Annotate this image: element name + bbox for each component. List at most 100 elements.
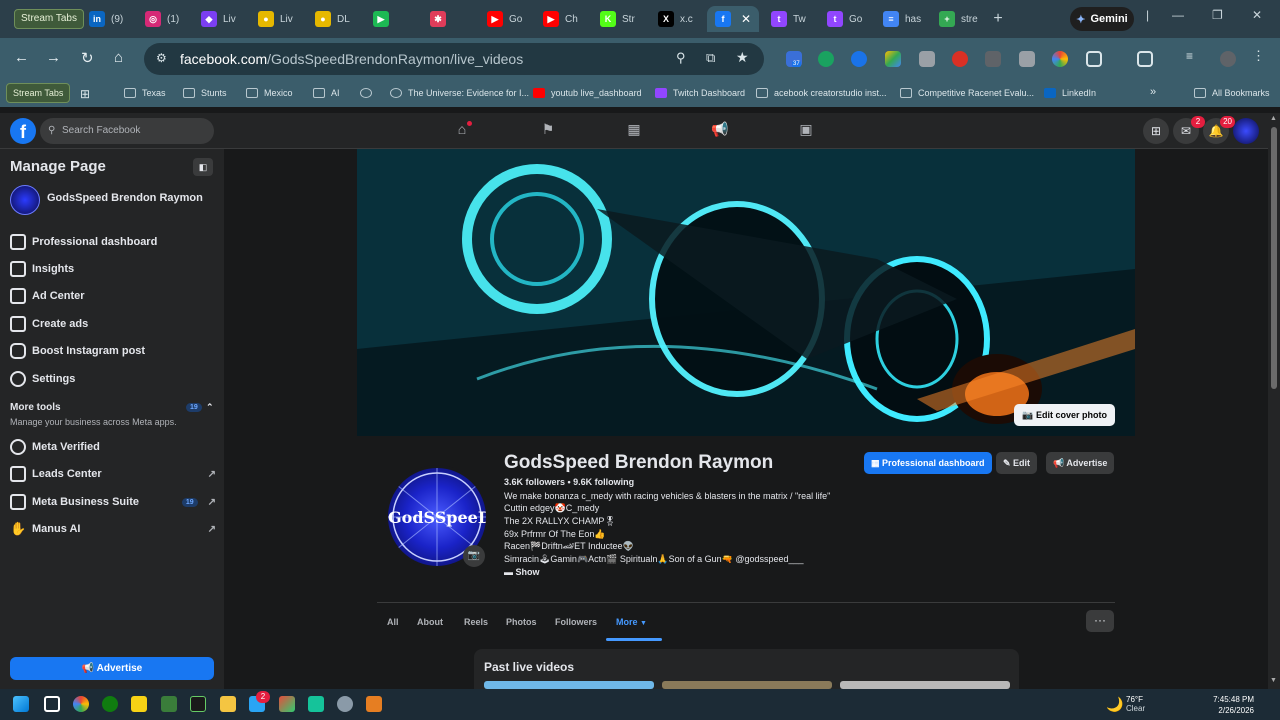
bookmark-item[interactable]: The Universe: Evidence for I... [390,88,529,98]
bookmark-item[interactable] [360,88,378,98]
home-nav-icon[interactable]: ⌂ [453,121,472,139]
pages-flag-icon[interactable]: ⚑ [539,121,557,139]
scroll-down-icon[interactable]: ▼ [1270,677,1277,684]
extension-icon-3[interactable] [851,51,867,67]
bookmark-item[interactable]: acebook creatorstudio inst... [756,88,887,98]
browser-tab[interactable]: ◎ (1) [137,6,189,32]
account-avatar[interactable] [1233,118,1259,144]
more-bookmarks-icon[interactable]: » [1150,86,1156,98]
extension-icon-7[interactable] [985,51,1001,67]
extension-icon-1[interactable]: 37 [786,51,802,67]
forward-icon[interactable]: → [46,49,61,66]
vlc-icon[interactable] [366,696,382,712]
edit-cover-photo-button[interactable]: 📷 Edit cover photo [1014,404,1115,426]
tab-followers[interactable]: Followers [555,617,597,627]
show-more-link[interactable]: ▬ Show [504,567,540,577]
weather-widget[interactable]: 🌙 76°F Clear [1106,695,1145,713]
advertise-profile-button[interactable]: 📢 Advertise [1046,452,1115,474]
sidebar-item-insights[interactable]: Insights [10,259,216,279]
change-avatar-camera-icon[interactable]: 📷 [463,545,485,567]
bookmark-item[interactable]: Texas [124,88,166,98]
bookmark-item[interactable]: Mexico [246,88,293,98]
all-bookmarks[interactable]: All Bookmarks [1194,88,1270,98]
chrome-icon[interactable] [73,696,89,712]
edit-button[interactable]: ✎ Edit [996,452,1038,474]
gemini-button[interactable]: ✦ Gemini [1070,7,1134,31]
app-icon[interactable]: 2 [249,691,270,712]
sidebar-tool-meta-business-suite[interactable]: Meta Business Suite 19 ↗ [10,492,216,512]
browser-tab[interactable]: ✱ [422,6,474,32]
minimize-icon[interactable]: — [1172,8,1184,22]
clock[interactable]: 7:45:48 PM 2/26/2026 [1200,694,1254,716]
more-tools-header[interactable]: More tools 19 ⌃ [10,402,214,413]
tab-more[interactable]: More ▼ [616,617,647,627]
site-info-icon[interactable]: ⚙ [156,51,167,65]
sidebar-item-professional-dashboard[interactable]: Professional dashboard [10,232,216,252]
back-icon[interactable]: ← [14,49,29,66]
page-avatar[interactable] [10,185,40,215]
sidebar-tool-meta-verified[interactable]: Meta Verified [10,437,216,457]
media-controls-icon[interactable]: ≡ [1186,49,1202,65]
video-thumbnail[interactable] [484,681,654,689]
facebook-logo[interactable]: f [10,118,36,144]
stream-tabs-bookmark[interactable]: Stream Tabs [6,83,71,103]
sidebar-tool-manus-ai[interactable]: ✋ Manus AI ↗ [10,519,216,539]
bookmark-item[interactable]: Competitive Racenet Evalu... [900,88,1034,98]
profile-stats[interactable]: 3.6K followers • 9.6K following [504,477,634,487]
video-thumbnail[interactable] [840,681,1010,689]
browser-tab[interactable]: t Tw [763,6,815,32]
new-tab-button[interactable]: + [986,8,1010,30]
scrollbar-thumb[interactable] [1271,127,1277,389]
xbox-app-icon[interactable] [161,696,177,712]
extensions-puzzle-icon[interactable] [1086,51,1102,67]
browser-tab[interactable]: Xx.c [650,6,702,32]
app-icon-3[interactable] [308,696,324,712]
install-app-icon[interactable]: ⧉ [706,50,715,66]
home-icon[interactable]: ⌂ [114,49,123,66]
sidebar-item-create-ads[interactable]: Create ads [10,314,216,334]
xbox-icon[interactable] [102,696,118,712]
insights-icon[interactable]: ▦ [625,121,643,139]
professional-dashboard-button[interactable]: ▦ Professional dashboard [864,452,992,474]
browser-tab[interactable]: in (9) [81,6,133,32]
page-scrollbar[interactable]: ▲ ▼ [1268,113,1280,689]
advertise-button[interactable]: 📢 Advertise [10,657,214,680]
sidebar-item-settings[interactable]: Settings [10,369,216,389]
phone-extension-icon[interactable] [818,51,834,67]
browser-menu-icon[interactable]: ⋮ [1252,48,1268,64]
menu-grid-icon[interactable]: ⊞ [1143,118,1169,144]
bookmark-item[interactable]: Twitch Dashboard [655,88,745,98]
stream-tabs-group[interactable]: Stream Tabs [14,9,84,29]
sticky-notes-icon[interactable] [131,696,147,712]
ads-megaphone-icon[interactable]: 📢 [711,121,729,139]
tab-about[interactable]: About [417,617,443,627]
drive-extension-icon[interactable] [885,51,901,67]
page-name[interactable]: GodsSpeed Brendon Raymon [47,192,203,204]
browser-tab[interactable]: ◆ Liv [193,6,245,32]
more-options-icon[interactable]: ··· [1086,610,1114,632]
browser-tab[interactable]: + stre [931,6,983,32]
file-explorer-icon[interactable] [220,696,236,712]
bookmark-star-icon[interactable]: ★ [736,49,749,66]
maximize-icon[interactable]: ❐ [1212,8,1223,22]
reload-icon[interactable]: ↻ [81,49,94,67]
apps-grid-icon[interactable]: ⊞ [80,87,90,101]
browser-tab[interactable]: t Go [819,6,871,32]
browser-tab[interactable]: ▶ Ch [535,6,587,32]
collapse-sidebar-icon[interactable]: ◧ [193,158,213,176]
address-bar[interactable]: ⚙ facebook.com/GodsSpeedBrendonRaymon/li… [144,43,764,75]
tab-photos[interactable]: Photos [506,617,537,627]
extension-icon-8[interactable] [1019,51,1035,67]
close-tab-icon[interactable]: ✕ [741,12,751,26]
browser-tab[interactable]: ▶ Go [479,6,531,32]
sidebar-item-boost-instagram[interactable]: Boost Instagram post [10,341,216,361]
bookmark-item[interactable]: youtub live_dashboard [533,88,642,98]
notifications-bell-icon[interactable]: 🔔 20 [1203,116,1235,144]
tab-all[interactable]: All [387,617,399,627]
browser-tab[interactable]: ● DL [307,6,359,32]
browser-tab[interactable]: K Str [592,6,644,32]
bookmark-item[interactable]: Stunts [183,88,227,98]
tab-reels[interactable]: Reels [464,617,488,627]
browser-tab[interactable]: f ✕ [707,6,759,32]
browser-tab[interactable]: ≡ has [875,6,927,32]
